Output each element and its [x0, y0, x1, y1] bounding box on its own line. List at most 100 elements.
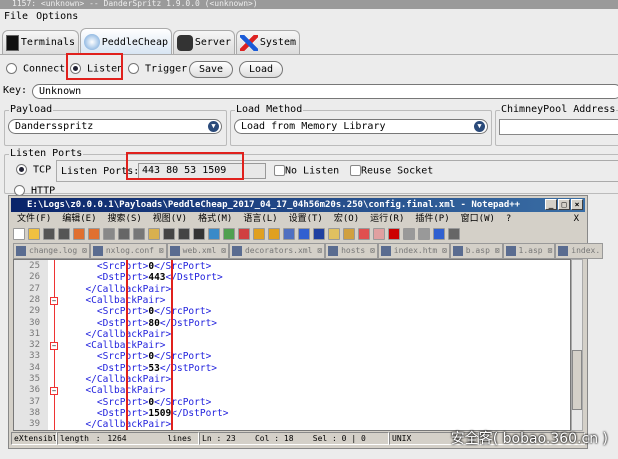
tab-terminals[interactable]: Terminals: [2, 30, 79, 54]
save-button[interactable]: Save: [189, 61, 233, 78]
toolbar-button-icon[interactable]: [208, 228, 220, 240]
line-number: 25: [29, 261, 40, 271]
menubar: File Options: [0, 9, 618, 25]
npp-menu-search[interactable]: 搜索(S): [108, 213, 142, 226]
close-button[interactable]: ×: [571, 199, 583, 210]
file-tab[interactable]: 1.asp ⊠: [502, 243, 556, 259]
npp-menu-macro[interactable]: 宏(O): [334, 213, 359, 226]
vertical-scrollbar[interactable]: [571, 259, 583, 431]
npp-menu-language[interactable]: 语言(L): [243, 213, 277, 226]
server-icon: [177, 34, 193, 51]
file-tab[interactable]: web.xml ⊠: [166, 243, 229, 259]
toolbar-button-icon[interactable]: [28, 228, 40, 240]
close-tab-icon[interactable]: ⊠: [365, 246, 375, 255]
highlight-box: [126, 260, 173, 430]
menu-file[interactable]: File: [4, 9, 28, 25]
connect-radio[interactable]: Connect: [6, 63, 65, 75]
line-number: 31: [29, 328, 40, 339]
line-number: 37: [29, 396, 40, 407]
toolbar-button-icon[interactable]: [133, 228, 145, 240]
minimize-button[interactable]: _: [545, 199, 557, 210]
close-tab-icon[interactable]: ⊠: [154, 246, 164, 255]
fold-toggle-icon[interactable]: −: [50, 387, 58, 396]
load-button[interactable]: Load: [239, 61, 283, 78]
close-doc-button[interactable]: X: [574, 213, 579, 226]
no-listen-checkbox[interactable]: No Listen: [274, 165, 339, 177]
file-tab[interactable]: decorators.xml ⊠: [228, 243, 326, 259]
toolbar-button-icon[interactable]: [283, 228, 295, 240]
toolbar-button-icon[interactable]: [373, 228, 385, 240]
npp-menu-window[interactable]: 窗口(W): [461, 213, 495, 226]
toolbar-button-icon[interactable]: [418, 228, 430, 240]
line-number: 29: [29, 306, 40, 317]
toolbar-button-icon[interactable]: [13, 228, 25, 240]
toolbar-button-icon[interactable]: [343, 228, 355, 240]
toolbar-button-icon[interactable]: [163, 228, 175, 240]
tab-peddlecheap[interactable]: PeddleCheap: [80, 28, 172, 55]
tab-system[interactable]: System: [236, 30, 300, 54]
trigger-radio[interactable]: Trigger: [128, 63, 187, 75]
close-tab-icon[interactable]: ⊠: [77, 246, 87, 255]
status-type: eXtensible: [11, 432, 57, 445]
toolbar-button-icon[interactable]: [103, 228, 115, 240]
fold-toggle-icon[interactable]: −: [50, 342, 58, 351]
npp-menu-file[interactable]: 文件(F): [17, 213, 51, 226]
npp-menu-plugins[interactable]: 插件(P): [415, 213, 449, 226]
close-tab-icon[interactable]: ⊠: [216, 246, 226, 255]
close-tab-icon[interactable]: ⊠: [543, 246, 552, 255]
toolbar-button-icon[interactable]: [148, 228, 160, 240]
close-tab-icon[interactable]: ⊠: [490, 246, 500, 255]
file-tab[interactable]: hosts ⊠: [325, 243, 378, 259]
tab-server[interactable]: Server: [173, 30, 235, 54]
toolbar-button-icon[interactable]: [223, 228, 235, 240]
toolbar-button-icon[interactable]: [403, 228, 415, 240]
file-tab[interactable]: nxlog.conf ⊠: [89, 243, 167, 259]
line-number: 36: [29, 385, 40, 396]
toolbar-button-icon[interactable]: [253, 228, 265, 240]
key-field[interactable]: Unknown: [32, 84, 618, 99]
line-number: 34: [29, 362, 40, 373]
npp-menu-format[interactable]: 格式(M): [198, 213, 232, 226]
npp-menu-help[interactable]: ?: [506, 213, 511, 226]
fold-toggle-icon[interactable]: −: [50, 296, 58, 305]
toolbar-button-icon[interactable]: [73, 228, 85, 240]
toolbar-button-icon[interactable]: [313, 228, 325, 240]
payload-select[interactable]: Dandersspritz ▼: [8, 119, 222, 134]
npp-menu-run[interactable]: 运行(R): [370, 213, 404, 226]
npp-menu-settings[interactable]: 设置(T): [289, 213, 323, 226]
file-tab[interactable]: index.htm ⊠: [377, 243, 450, 259]
toolbar-button-icon[interactable]: [328, 228, 340, 240]
reuse-socket-checkbox[interactable]: Reuse Socket: [350, 165, 433, 177]
line-number: 28: [29, 294, 40, 305]
toolbar-button-icon[interactable]: [118, 228, 130, 240]
toolbar-button-icon[interactable]: [298, 228, 310, 240]
toolbar-button-icon[interactable]: [88, 228, 100, 240]
file-tab[interactable]: b.asp ⊠: [449, 243, 503, 259]
toolbar-button-icon[interactable]: [268, 228, 280, 240]
toolbar-button-icon[interactable]: [448, 228, 460, 240]
maximize-button[interactable]: □: [558, 199, 570, 210]
status-position: Ln : 23 Col : 18 Sel : 0 | 0: [199, 432, 389, 445]
editor[interactable]: 25 <SrcPort>0</SrcPort> 26 <DstPort>443</…: [13, 259, 571, 431]
toolbar-button-icon[interactable]: [433, 228, 445, 240]
close-tab-icon[interactable]: ⊠: [312, 246, 322, 255]
terminal-icon: [6, 34, 19, 51]
close-tab-icon[interactable]: ⊠: [437, 246, 447, 255]
file-tab[interactable]: change.log ⊠: [13, 243, 90, 259]
file-tabs: change.log ⊠ nxlog.conf ⊠ web.xml ⊠ decorat…: [13, 243, 604, 259]
file-tab[interactable]: index.: [555, 243, 604, 259]
toolbar-button-icon[interactable]: [388, 228, 400, 240]
chimneypool-input[interactable]: [499, 119, 618, 135]
npp-menu-view[interactable]: 视图(V): [153, 213, 187, 226]
toolbar-button-icon[interactable]: [193, 228, 205, 240]
tools-icon: [240, 34, 258, 51]
toolbar-button-icon[interactable]: [178, 228, 190, 240]
tcp-radio[interactable]: TCP: [16, 164, 51, 176]
toolbar-button-icon[interactable]: [238, 228, 250, 240]
menu-options[interactable]: Options: [36, 9, 78, 25]
toolbar-button-icon[interactable]: [358, 228, 370, 240]
load-method-select[interactable]: Load from Memory Library ▼: [234, 119, 488, 134]
toolbar-button-icon[interactable]: [58, 228, 70, 240]
npp-menu-edit[interactable]: 编辑(E): [62, 213, 96, 226]
toolbar-button-icon[interactable]: [43, 228, 55, 240]
